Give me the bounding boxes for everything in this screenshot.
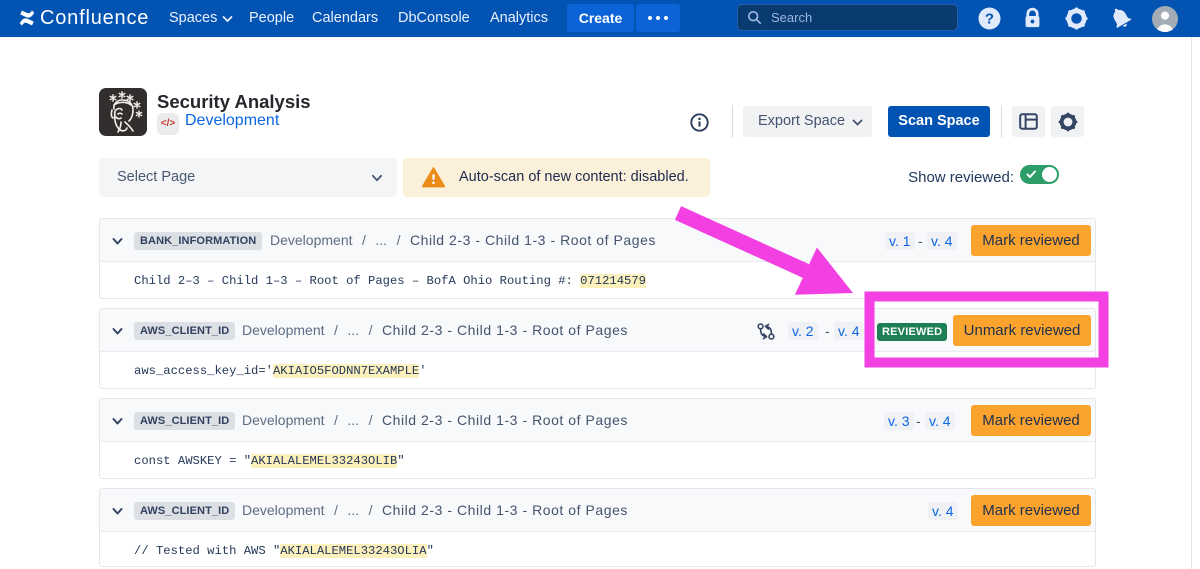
svg-text:?: ? — [985, 10, 994, 27]
